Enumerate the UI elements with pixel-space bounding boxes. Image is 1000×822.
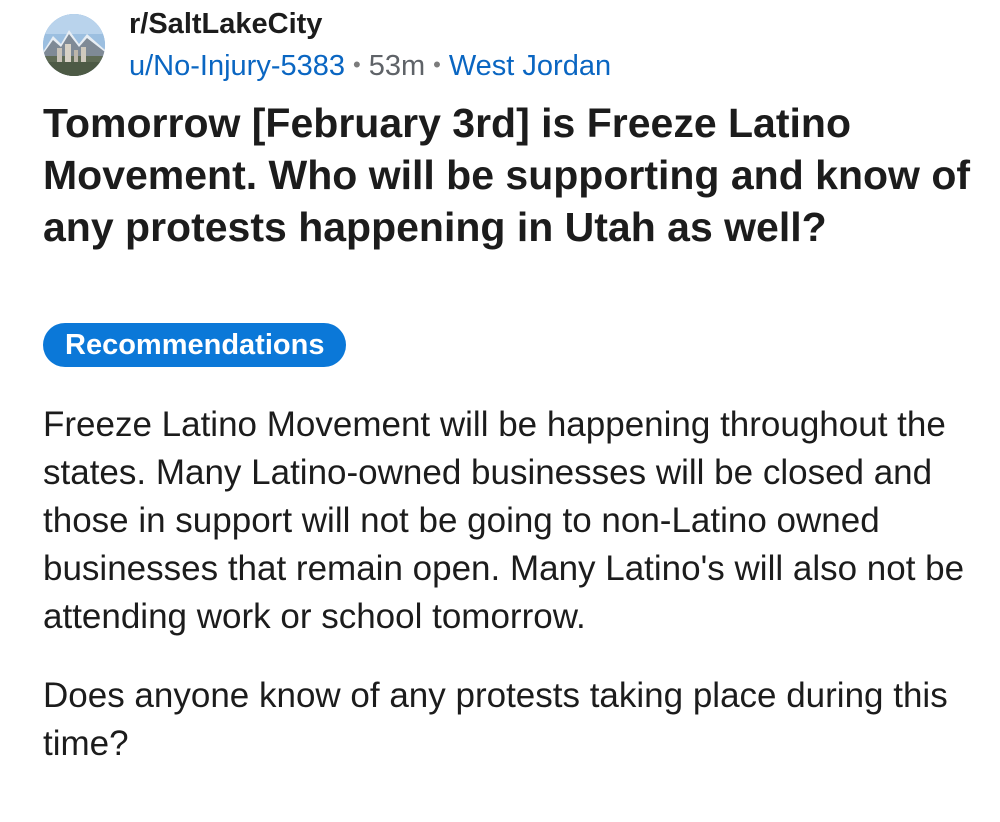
post-title[interactable]: Tomorrow [February 3rd] is Freeze Latino… bbox=[43, 97, 988, 253]
post-age: 53m bbox=[368, 50, 426, 82]
author-username[interactable]: u/No-Injury-5383 bbox=[129, 50, 345, 82]
body-paragraph: Freeze Latino Movement will be happening… bbox=[43, 405, 965, 636]
subreddit-name[interactable]: r/SaltLakeCity bbox=[129, 6, 611, 42]
separator-dot: • bbox=[433, 52, 441, 77]
post-flair[interactable]: Recommendations bbox=[43, 323, 347, 367]
subreddit-avatar[interactable] bbox=[43, 14, 105, 76]
mountain-city-icon bbox=[43, 14, 105, 76]
author-location[interactable]: West Jordan bbox=[449, 50, 611, 82]
separator-dot: • bbox=[353, 52, 361, 77]
reddit-post: r/SaltLakeCity u/No-Injury-5383 • 53m • West… bbox=[0, 0, 1000, 822]
post-body: Freeze Latino Movement will be happening… bbox=[43, 401, 988, 768]
post-byline: u/No-Injury-5383 • 53m • West Jordan bbox=[129, 46, 611, 88]
body-paragraph: Does anyone know of any protests taking … bbox=[43, 676, 948, 763]
post-header: r/SaltLakeCity u/No-Injury-5383 • 53m • West… bbox=[43, 6, 983, 86]
post-meta: r/SaltLakeCity u/No-Injury-5383 • 53m • West… bbox=[129, 6, 611, 88]
